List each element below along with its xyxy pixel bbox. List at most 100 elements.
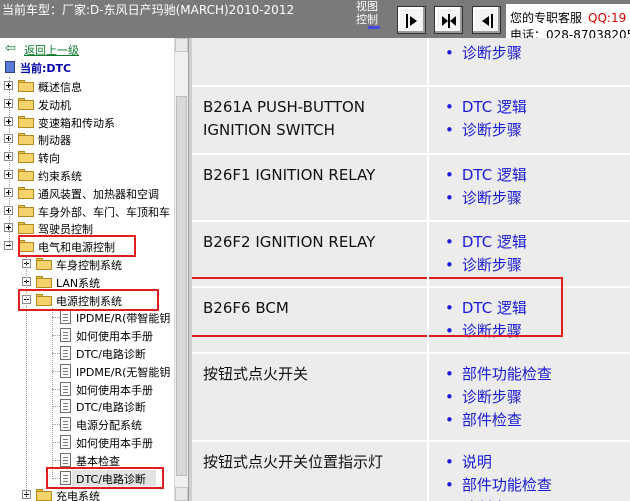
tree-folder-item[interactable]: 转向	[0, 148, 172, 166]
bullet-icon: •	[445, 411, 454, 429]
folder-body-shape	[18, 224, 34, 235]
dtc-link-text[interactable]: 诊断步骤	[462, 44, 522, 62]
tree-item-label: 制动器	[38, 134, 71, 148]
dtc-link[interactable]: • DTC 逻辑	[445, 231, 527, 254]
dtc-link[interactable]: •诊断步骤	[445, 187, 522, 210]
tree-connector	[52, 442, 60, 443]
document-icon	[60, 310, 71, 325]
tree-folder-item[interactable]: 约束系统	[0, 166, 172, 184]
column-separator	[427, 38, 429, 501]
dtc-link-text[interactable]: 部件功能检查	[462, 365, 552, 383]
document-icon	[60, 417, 71, 432]
dtc-link-text[interactable]: DTC 逻辑	[462, 166, 527, 184]
hide-left-pane-button[interactable]	[472, 6, 501, 34]
bullet-icon: •	[445, 121, 454, 139]
dtc-link-text[interactable]: 诊断步骤	[462, 121, 522, 139]
dtc-link[interactable]: • 部件功能检查	[445, 474, 552, 497]
support-label: 您的专职客服	[510, 11, 583, 25]
dtc-link-text[interactable]: DTC 逻辑	[462, 98, 527, 116]
dtc-link[interactable]: • 诊断步骤	[445, 119, 522, 142]
dtc-link-text[interactable]: 诊断步骤	[462, 189, 522, 207]
dtc-link[interactable]: • 诊断步骤	[445, 42, 522, 65]
dtc-link[interactable]: • 说明	[445, 451, 492, 474]
scroll-down-arrow[interactable]	[175, 487, 188, 501]
tree-folder-item[interactable]: 车身外部、车门、车顶和车	[0, 202, 172, 220]
dtc-link[interactable]: • 部件检查	[445, 409, 522, 432]
bullet-icon: •	[445, 98, 454, 116]
folder-icon	[36, 258, 52, 270]
tree-item-label: 通风装置、加热器和空调	[38, 187, 159, 201]
tree-item-label: 如何使用本手册	[76, 437, 153, 450]
dtc-link[interactable]: • DTC 逻辑	[445, 164, 527, 187]
tree-item-label: 概述信息	[38, 81, 82, 94]
dtc-title-cell: 按钮式点火开关位置指示灯	[192, 442, 427, 501]
tree-item-label: 如何使用本手册	[76, 330, 153, 344]
folder-icon	[18, 186, 34, 199]
dtc-link[interactable]: •诊断步骤	[445, 254, 522, 277]
dtc-link-text[interactable]: DTC 逻辑	[462, 233, 527, 251]
support-qq[interactable]: QQ:19	[588, 11, 626, 25]
tree-item-label: DTC/电路诊断	[76, 348, 146, 361]
support-phone: 电话：028-87038205	[510, 28, 630, 38]
dtc-link[interactable]: • 部件功能检查	[445, 363, 552, 386]
tree-scrollbar[interactable]	[174, 38, 188, 501]
tree-connector	[52, 424, 60, 426]
bullet-icon: •	[445, 365, 454, 383]
show-left-pane-button[interactable]	[397, 6, 426, 34]
dtc-link[interactable]: •诊断步骤	[445, 497, 522, 501]
folder-body-shape	[18, 153, 34, 164]
dtc-link-text[interactable]: 诊断步骤	[462, 256, 522, 274]
tree-current-node: 当前:DTC	[0, 58, 172, 76]
tree-folder-item[interactable]: 制动器	[0, 130, 172, 148]
back-arrow-icon: ⇦	[5, 41, 16, 56]
tree-back-link[interactable]: ⇦ 返回上一级	[0, 40, 172, 58]
folder-icon	[18, 169, 34, 181]
document-stack-icon	[5, 61, 15, 73]
tree-folder-item[interactable]: 变速箱和传动系	[0, 113, 172, 131]
view-control-text: 视图控制	[356, 0, 378, 26]
document-icon	[60, 328, 71, 343]
folder-body-shape	[18, 171, 34, 181]
current-vehicle-label: 当前车型：厂家:D-东风日产玛驰(MARCH)2010-2012	[2, 3, 295, 17]
tree-item-label: 约束系统	[38, 170, 82, 183]
document-icon	[60, 435, 71, 449]
highlight-box	[192, 277, 563, 337]
top-bar: 当前车型：厂家:D-东风日产玛驰(MARCH)2010-2012 视图控制 您的…	[0, 0, 630, 38]
tree-item-label: 发动机	[38, 98, 71, 112]
folder-icon	[18, 115, 34, 128]
folder-icon	[18, 80, 34, 92]
folder-icon	[18, 204, 34, 217]
document-icon	[60, 399, 71, 414]
dtc-link-text[interactable]: 说明	[462, 453, 492, 471]
scroll-up-arrow[interactable]	[175, 38, 188, 52]
dtc-links-cell: • DTC 逻辑 • 诊断步骤	[429, 87, 630, 153]
dtc-links-cell: • DTC 逻辑 • 诊断步骤	[429, 155, 630, 220]
tree-folder-item[interactable]: 概述信息	[0, 77, 172, 95]
view-control-label: 视图控制	[356, 0, 386, 29]
tree-folder-item[interactable]: 发动机	[0, 95, 172, 113]
bullet-icon: •	[445, 476, 454, 494]
tree-item-label: 变速箱和传动系	[38, 116, 115, 130]
folder-icon	[18, 97, 34, 110]
folder-icon	[18, 133, 34, 146]
tree-back-label: 返回上一级	[24, 44, 79, 57]
folder-body-shape	[36, 277, 52, 288]
dtc-link-text[interactable]: 部件功能检查	[462, 476, 552, 494]
tree-item-label: DTC/电路诊断	[76, 401, 146, 415]
tree-item-label: 电源分配系统	[76, 419, 142, 433]
folder-body-shape	[18, 82, 34, 92]
dtc-link[interactable]: •诊断步骤	[445, 386, 522, 409]
dtc-link-text[interactable]: 诊断步骤	[462, 388, 522, 406]
show-both-panes-button[interactable]	[434, 6, 463, 34]
scroll-thumb[interactable]	[176, 96, 187, 476]
dtc-link-text[interactable]: 部件检查	[462, 411, 522, 429]
bullet-icon: •	[445, 233, 454, 251]
bullet-icon: •	[445, 44, 454, 62]
tree-connector	[52, 388, 60, 390]
dtc-title: 按钮式点火开关	[203, 365, 309, 383]
tree-folder-item[interactable]: 通风装置、加热器和空调	[0, 184, 172, 202]
document-icon	[60, 346, 71, 360]
dtc-link[interactable]: • DTC 逻辑	[445, 96, 527, 119]
app-window: 当前车型：厂家:D-东风日产玛驰(MARCH)2010-2012 视图控制 您的…	[0, 0, 630, 501]
highlight-box	[46, 466, 164, 489]
